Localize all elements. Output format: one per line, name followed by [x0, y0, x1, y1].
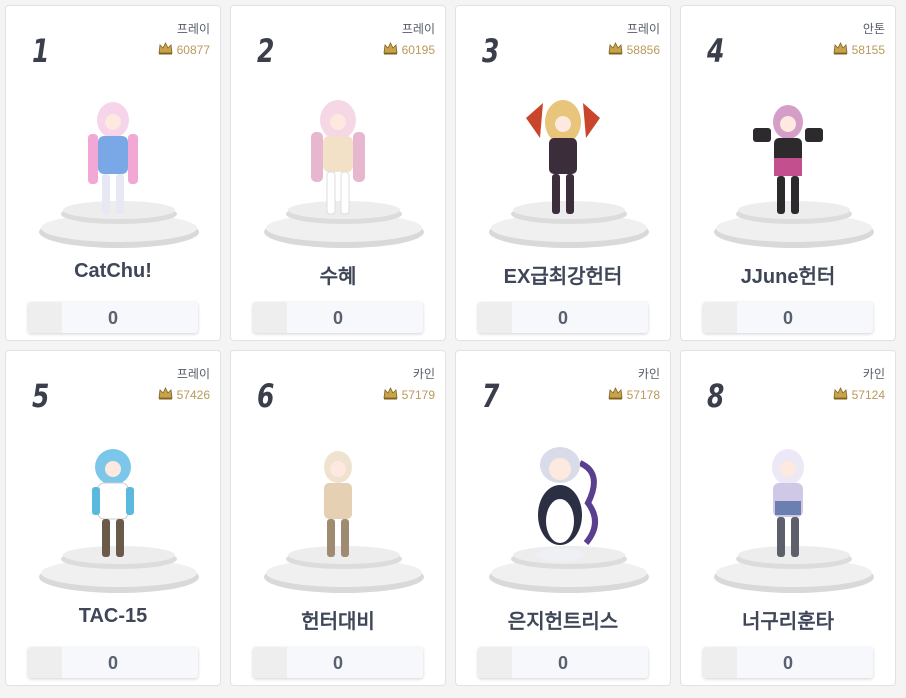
ranking-card[interactable]: 1 프레이 60877 CatChu! 0	[5, 5, 221, 341]
fame-value: 57124	[833, 387, 885, 403]
fame-number: 58856	[626, 43, 660, 57]
character-name: 너구리훈타	[742, 611, 834, 633]
fame-number: 57124	[851, 388, 885, 402]
fame-crown-icon	[158, 42, 173, 58]
vote-count: 0	[107, 653, 118, 673]
fame-value: 58155	[833, 42, 885, 58]
fame-value: 57179	[383, 387, 435, 403]
fame-value: 60877	[158, 42, 210, 58]
fame-crown-icon	[833, 387, 848, 403]
fame-value: 57178	[608, 387, 660, 403]
vote-button[interactable]: 0	[703, 302, 873, 333]
character-avatar	[753, 105, 823, 214]
ranking-card[interactable]: 3 프레이 58856 EX급최강헌터 0	[455, 5, 671, 341]
character-name: 헌터대비	[301, 611, 375, 633]
fame-number: 57178	[626, 388, 660, 402]
fame-crown-icon	[833, 42, 848, 58]
fame-number: 57426	[176, 388, 210, 402]
server-name: 카인	[412, 367, 435, 381]
fame-crown-icon	[608, 387, 623, 403]
vote-button[interactable]: 0	[478, 302, 648, 333]
rank-number: 1	[32, 32, 49, 70]
server-name: 안톤	[862, 22, 885, 36]
fame-crown-icon	[608, 42, 623, 58]
ranking-grid: 1 프레이 60877 CatChu! 0 2 프레이 60195 수혜 0 3…	[0, 0, 906, 698]
rank-number: 7	[482, 377, 499, 415]
vote-count: 0	[332, 308, 343, 328]
character-avatar	[772, 449, 804, 557]
ranking-card[interactable]: 7 카인 57178 은지헌트리스 0	[455, 350, 671, 686]
fame-crown-icon	[158, 387, 173, 403]
server-name: 프레이	[401, 22, 435, 36]
server-name: 카인	[637, 367, 660, 381]
character-avatar	[526, 100, 600, 214]
character-name: TAC-15	[78, 605, 148, 627]
fame-number: 60877	[176, 43, 210, 57]
character-name: 수혜	[319, 266, 357, 288]
vote-count: 0	[557, 653, 568, 673]
vote-button[interactable]: 0	[28, 647, 198, 678]
vote-count: 0	[782, 653, 793, 673]
rank-number: 2	[257, 32, 274, 70]
rank-number: 5	[32, 377, 49, 415]
fame-number: 58155	[851, 43, 885, 57]
character-avatar	[311, 100, 365, 215]
vote-button[interactable]: 0	[253, 302, 423, 333]
server-name: 카인	[862, 367, 885, 381]
vote-button[interactable]: 0	[703, 647, 873, 678]
vote-button[interactable]: 0	[28, 302, 198, 333]
vote-button[interactable]: 0	[253, 647, 423, 678]
character-name: CatChu!	[74, 260, 152, 282]
ranking-card[interactable]: 4 안톤 58155 JJune헌터 0	[680, 5, 896, 341]
ranking-card[interactable]: 5 프레이 57426 TAC-15 0	[5, 350, 221, 686]
vote-count: 0	[782, 308, 793, 328]
fame-value: 58856	[608, 42, 660, 58]
fame-number: 60195	[401, 43, 435, 57]
character-avatar	[536, 447, 598, 562]
vote-count: 0	[332, 653, 343, 673]
character-name: EX급최강헌터	[503, 266, 623, 288]
server-name: 프레이	[626, 22, 660, 36]
fame-value: 60195	[383, 42, 435, 58]
rank-number: 6	[257, 377, 274, 415]
vote-count: 0	[107, 308, 118, 328]
ranking-card[interactable]: 2 프레이 60195 수혜 0	[230, 5, 446, 341]
fame-number: 57179	[401, 388, 435, 402]
server-name: 프레이	[176, 367, 210, 381]
server-name: 프레이	[176, 22, 210, 36]
ranking-card[interactable]: 6 카인 57179 헌터대비 0	[230, 350, 446, 686]
character-name: JJune헌터	[740, 266, 836, 288]
fame-crown-icon	[383, 42, 398, 58]
rank-number: 3	[482, 32, 499, 70]
character-name: 은지헌트리스	[507, 611, 619, 633]
fame-value: 57426	[158, 387, 210, 403]
ranking-card[interactable]: 8 카인 57124 너구리훈타 0	[680, 350, 896, 686]
rank-number: 8	[707, 377, 724, 415]
rank-number: 4	[707, 32, 724, 70]
character-avatar	[88, 102, 138, 214]
character-avatar	[92, 449, 134, 557]
vote-button[interactable]: 0	[478, 647, 648, 678]
fame-crown-icon	[383, 387, 398, 403]
vote-count: 0	[557, 308, 568, 328]
character-avatar	[324, 451, 352, 557]
